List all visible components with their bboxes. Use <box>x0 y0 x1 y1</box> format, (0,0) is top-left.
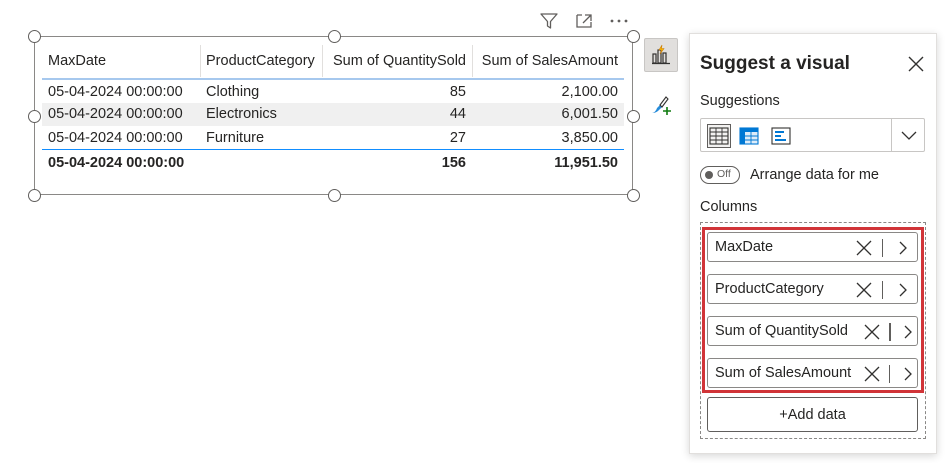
focus-mode-button[interactable] <box>571 10 596 32</box>
list-slicer-icon <box>771 127 791 145</box>
total-quantitysold: 156 <box>441 154 466 171</box>
suggestion-matrix[interactable] <box>737 124 761 148</box>
filter-button[interactable] <box>536 10 561 32</box>
table-row[interactable]: 05-04-2024 00:00:00 Furniture 27 3,850.0… <box>42 126 624 150</box>
resize-handle-top-right[interactable] <box>627 30 640 43</box>
suggest-visual-panel: Suggest a visual Suggestions Off Arrange… <box>689 33 937 454</box>
column-header-sum-of-quantitysold[interactable]: Sum of QuantitySold <box>322 43 472 79</box>
total-maxdate: 05-04-2024 00:00:00 <box>48 154 185 171</box>
cell-maxdate: 05-04-2024 00:00:00 <box>48 129 183 146</box>
format-visual-icon <box>652 96 671 115</box>
suggestions-dropdown[interactable] <box>700 118 925 152</box>
column-divider[interactable] <box>472 45 473 77</box>
toggle-state-text: Off <box>717 168 731 180</box>
chevron-down-icon <box>901 131 917 140</box>
table-row[interactable]: 05-04-2024 00:00:00 Electronics 44 6,001… <box>42 102 624 126</box>
resize-handle-right[interactable] <box>627 110 640 123</box>
arrange-data-label: Arrange data for me <box>750 167 879 183</box>
cell-quantitysold: 44 <box>449 106 466 123</box>
table-header-row: MaxDate ProductCategory Sum of QuantityS… <box>42 43 624 79</box>
resize-handle-left[interactable] <box>28 110 41 123</box>
more-options-button[interactable] <box>607 10 632 32</box>
more-options-icon <box>610 19 628 23</box>
add-data-button[interactable]: +Add data <box>707 397 918 432</box>
close-icon <box>908 56 924 72</box>
dropdown-divider <box>891 119 892 151</box>
suggest-visual-button[interactable] <box>644 38 678 72</box>
panel-title: Suggest a visual <box>700 53 850 74</box>
column-divider[interactable] <box>322 45 323 77</box>
suggest-visual-icon <box>652 44 670 65</box>
column-header-productcategory[interactable]: ProductCategory <box>200 43 322 79</box>
resize-handle-top[interactable] <box>328 30 341 43</box>
cell-maxdate: 05-04-2024 00:00:00 <box>48 106 183 123</box>
cell-productcategory: Electronics <box>206 106 277 123</box>
column-divider[interactable] <box>200 45 201 77</box>
cell-maxdate: 05-04-2024 00:00:00 <box>48 84 183 101</box>
suggestion-list-slicer[interactable] <box>769 124 793 148</box>
total-productcategory <box>200 150 322 176</box>
table-visual[interactable]: MaxDate ProductCategory Sum of QuantityS… <box>28 30 640 202</box>
resize-handle-bottom-left[interactable] <box>28 189 41 202</box>
cell-productcategory: Furniture <box>206 129 265 146</box>
focus-mode-icon <box>576 14 592 28</box>
table-total-row: 05-04-2024 00:00:00 156 11,951.50 <box>42 149 624 176</box>
columns-highlight-box <box>702 227 924 393</box>
suggestions-label: Suggestions <box>700 93 780 109</box>
column-header-sum-of-salesamount[interactable]: Sum of SalesAmount <box>472 43 624 79</box>
arrange-data-toggle[interactable]: Off <box>700 166 740 184</box>
expand-suggestions-button[interactable] <box>898 125 920 145</box>
matrix-icon <box>739 127 759 145</box>
toggle-knob <box>705 171 713 179</box>
column-header-maxdate[interactable]: MaxDate <box>42 43 200 79</box>
close-panel-button[interactable] <box>906 54 926 74</box>
cell-quantitysold: 27 <box>449 129 466 146</box>
table-row[interactable]: 05-04-2024 00:00:00 Clothing 85 2,100.00 <box>42 79 624 103</box>
data-table: MaxDate ProductCategory Sum of QuantityS… <box>42 43 624 176</box>
table-icon <box>709 127 729 145</box>
columns-label: Columns <box>700 199 758 215</box>
format-visual-button[interactable] <box>644 88 678 122</box>
cell-quantitysold: 85 <box>449 84 466 101</box>
resize-handle-bottom-right[interactable] <box>627 189 640 202</box>
total-salesamount: 11,951.50 <box>554 154 618 171</box>
suggestion-table[interactable] <box>707 124 731 148</box>
resize-handle-top-left[interactable] <box>28 30 41 43</box>
cell-salesamount: 3,850.00 <box>561 129 618 146</box>
resize-handle-bottom[interactable] <box>328 189 341 202</box>
visual-header-toolbar <box>536 10 632 32</box>
cell-salesamount: 6,001.50 <box>561 106 618 123</box>
cell-salesamount: 2,100.00 <box>561 84 618 101</box>
cell-productcategory: Clothing <box>206 84 260 101</box>
filter-icon <box>540 13 558 29</box>
